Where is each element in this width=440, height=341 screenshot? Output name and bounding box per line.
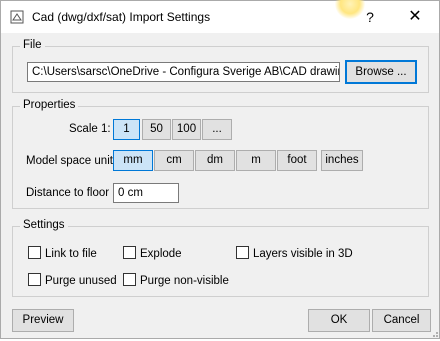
browse-button[interactable]: Browse ... bbox=[345, 60, 417, 84]
explode-checkbox[interactable]: Explode bbox=[123, 246, 182, 260]
link-to-file-label: Link to file bbox=[45, 248, 97, 260]
unit-option-foot[interactable]: foot bbox=[277, 150, 317, 171]
unit-option-dm[interactable]: dm bbox=[195, 150, 235, 171]
purge-unused-label: Purge unused bbox=[45, 275, 117, 287]
purge-non-visible-label: Purge non-visible bbox=[140, 275, 229, 287]
unit-option-mm[interactable]: mm bbox=[113, 150, 153, 171]
link-to-file-checkbox[interactable]: Link to file bbox=[28, 246, 97, 260]
layers-visible-3d-checkbox[interactable]: Layers visible in 3D bbox=[236, 246, 353, 260]
file-path-field[interactable]: C:\Users\sarsc\OneDrive - Configura Sver… bbox=[27, 62, 340, 82]
checkbox-box bbox=[236, 246, 249, 259]
purge-unused-checkbox[interactable]: Purge unused bbox=[28, 273, 117, 287]
purge-non-visible-checkbox[interactable]: Purge non-visible bbox=[123, 273, 229, 287]
ok-button[interactable]: OK bbox=[308, 309, 370, 332]
settings-group-label: Settings bbox=[20, 219, 68, 231]
help-button[interactable]: ? bbox=[358, 5, 382, 29]
properties-group-label: Properties bbox=[20, 99, 79, 111]
model-space-unit-label: Model space unit bbox=[26, 155, 113, 167]
scale-label: Scale 1: bbox=[69, 123, 111, 135]
checkbox-box bbox=[28, 246, 41, 259]
checkbox-box bbox=[123, 246, 136, 259]
scale-option-1[interactable]: 1 bbox=[113, 119, 140, 140]
app-icon bbox=[10, 10, 24, 24]
window-title: Cad (dwg/dxf/sat) Import Settings bbox=[32, 10, 211, 24]
cancel-button[interactable]: Cancel bbox=[372, 309, 431, 332]
scale-option-50[interactable]: 50 bbox=[142, 119, 171, 140]
unit-option-cm[interactable]: cm bbox=[154, 150, 194, 171]
preview-button[interactable]: Preview bbox=[12, 309, 74, 332]
explode-label: Explode bbox=[140, 248, 182, 260]
title-bar: Cad (dwg/dxf/sat) Import Settings ? ✕ bbox=[1, 0, 439, 33]
unit-option-m[interactable]: m bbox=[236, 150, 276, 171]
close-button[interactable]: ✕ bbox=[403, 5, 427, 29]
checkbox-box bbox=[28, 273, 41, 286]
unit-option-inches[interactable]: inches bbox=[321, 150, 363, 171]
scale-option-custom[interactable]: ... bbox=[202, 119, 232, 140]
checkbox-box bbox=[123, 273, 136, 286]
layers-visible-3d-label: Layers visible in 3D bbox=[253, 248, 353, 260]
import-settings-dialog: Cad (dwg/dxf/sat) Import Settings ? ✕ Fi… bbox=[0, 0, 440, 339]
scale-option-100[interactable]: 100 bbox=[172, 119, 201, 140]
distance-to-floor-label: Distance to floor bbox=[26, 187, 110, 199]
resize-grip-icon[interactable] bbox=[429, 328, 439, 338]
file-group-label: File bbox=[20, 39, 45, 51]
distance-to-floor-input[interactable]: 0 cm bbox=[113, 183, 179, 203]
